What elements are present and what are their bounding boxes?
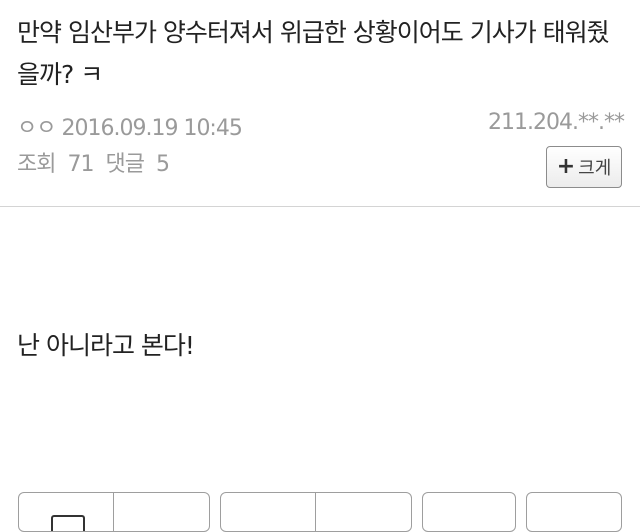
action-button-3[interactable] — [422, 492, 516, 532]
font-size-button-label: 크게 — [578, 158, 612, 179]
action-group-1[interactable] — [18, 492, 210, 532]
post-body: 난 아니라고 본다! — [17, 331, 195, 360]
font-size-up-button[interactable]: + 크게 — [546, 146, 622, 188]
action-divider — [315, 493, 316, 531]
post-stats: 조회 71 댓글 5 — [17, 146, 175, 178]
author-name[interactable]: ㅇㅇ — [17, 116, 56, 141]
views-label: 조회 — [17, 152, 56, 177]
plus-icon: + — [556, 154, 576, 179]
action-button-4[interactable] — [526, 492, 622, 532]
action-icon — [51, 515, 85, 531]
post-title: 만약 임산부가 양수터져서 위급한 상황이어도 기사가 태워줬을까? ㅋ — [17, 18, 610, 89]
author-ip: 211.204.**.** — [488, 110, 625, 135]
post-author-date: ㅇㅇ 2016.09.19 10:45 — [17, 110, 243, 142]
action-group-2[interactable] — [220, 492, 412, 532]
post-header: 만약 임산부가 양수터져서 위급한 상황이어도 기사가 태워줬을까? ㅋ ㅇㅇ … — [0, 0, 640, 207]
comments-label: 댓글 — [105, 152, 144, 177]
views-count: 71 — [67, 152, 94, 177]
post-datetime: 2016.09.19 10:45 — [61, 116, 242, 141]
post-action-bar — [0, 492, 640, 532]
comments-count: 5 — [155, 152, 170, 177]
action-divider — [113, 493, 114, 531]
